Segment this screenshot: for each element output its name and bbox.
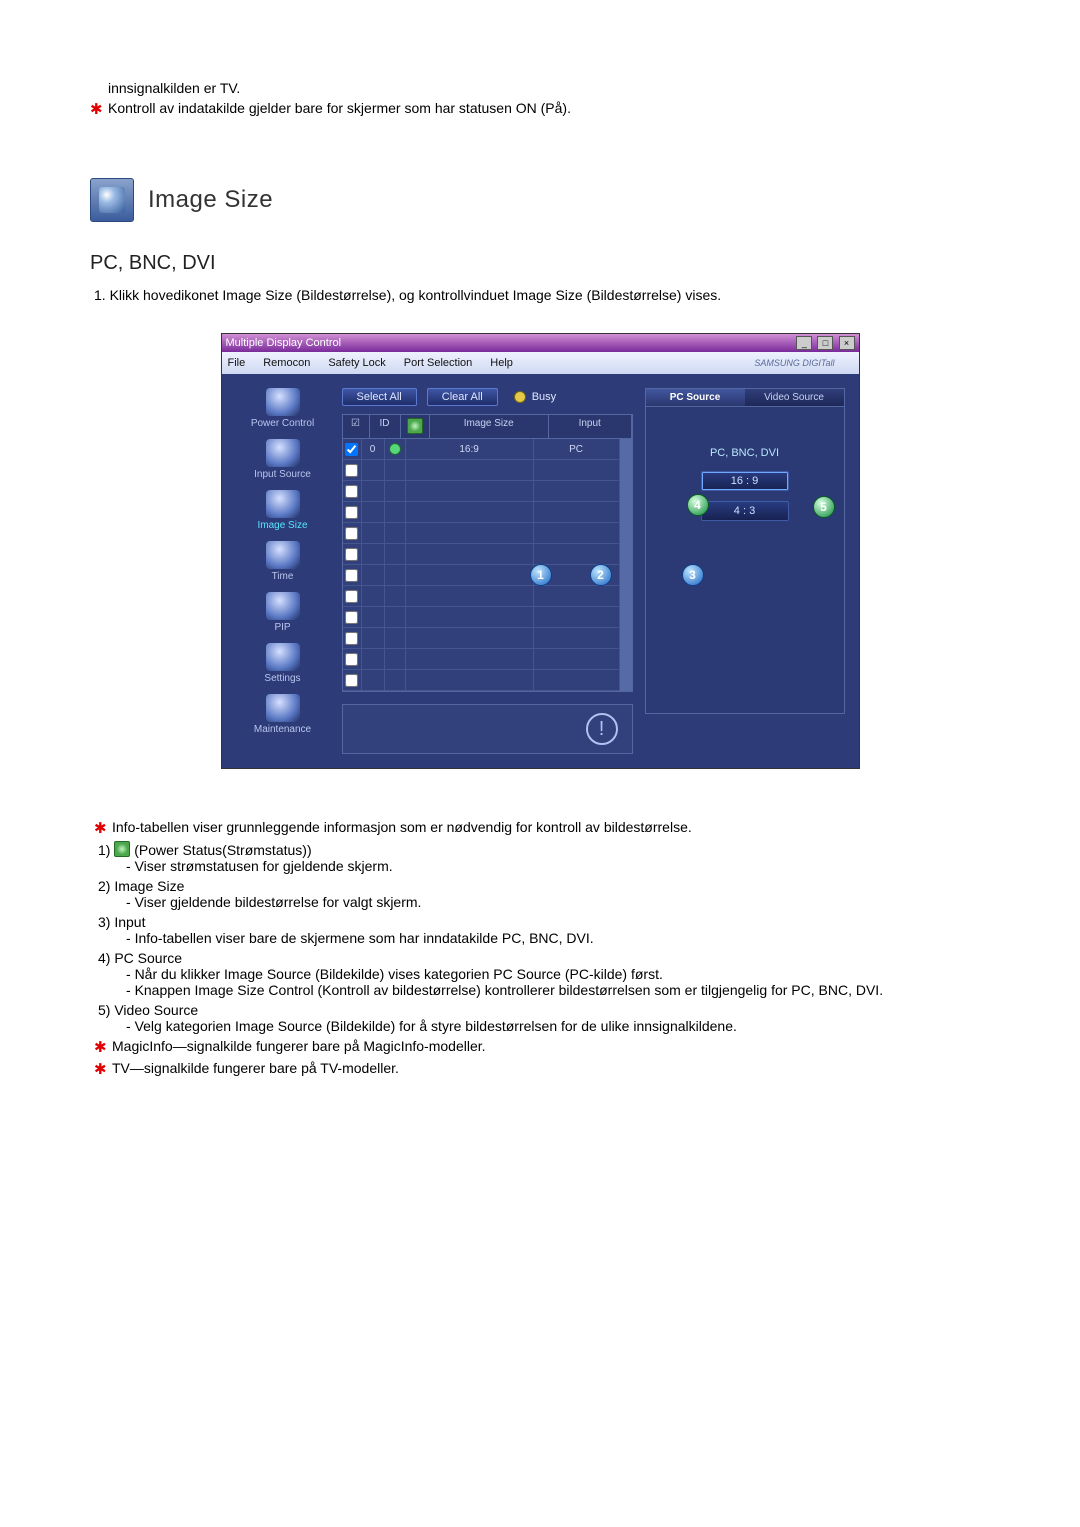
note-star-2: MagicInfo—signalkilde fungerer bare på M…: [112, 1038, 990, 1056]
status-on-icon: [389, 443, 401, 455]
info-icon: !: [586, 713, 618, 745]
busy-indicator: Busy: [514, 391, 556, 403]
callout-1: 1: [530, 564, 552, 586]
col-id: ID: [370, 415, 401, 438]
note-star-3: TV—signalkilde fungerer bare på TV-model…: [112, 1060, 990, 1078]
power-icon: [266, 388, 300, 416]
menu-port-selection[interactable]: Port Selection: [404, 357, 472, 369]
prelude-line-1: innsignalkilden er TV.: [108, 80, 990, 96]
col-input: Input: [549, 415, 632, 438]
callout-3: 3: [682, 564, 704, 586]
star-icon: ✱: [94, 819, 112, 837]
ratio-4-3-button[interactable]: 4 : 3: [701, 501, 789, 521]
note-1-desc: Viser strømstatusen for gjeldende skjerm…: [136, 858, 990, 874]
notes-block: ✱ Info-tabellen viser grunnleggende info…: [94, 819, 990, 1078]
tab-pc-source[interactable]: PC Source: [646, 389, 745, 406]
sidebar-item-time[interactable]: Time: [236, 541, 330, 582]
table-row[interactable]: 0 16:9 PC: [343, 439, 620, 460]
section-title: Image Size: [148, 186, 273, 214]
busy-dot-icon: [514, 391, 526, 403]
note-3-desc: Info-tabellen viser bare de skjermene so…: [136, 930, 990, 946]
input-icon: [266, 439, 300, 467]
grid-scrollbar[interactable]: [620, 439, 632, 691]
intro-item: 1. Klikk hovedikonet Image Size (Bildest…: [94, 287, 990, 303]
close-icon[interactable]: ×: [839, 336, 855, 350]
time-icon: [266, 541, 300, 569]
ratio-16-9-button[interactable]: 16 : 9: [701, 471, 789, 491]
prelude-line-2: Kontroll av indatakilde gjelder bare for…: [108, 100, 990, 118]
sidebar-item-input-source[interactable]: Input Source: [236, 439, 330, 480]
sidebar: Power Control Input Source Image Size Ti…: [236, 388, 330, 754]
menu-file[interactable]: File: [228, 357, 246, 369]
brand-label: SAMSUNG DIGITall: [754, 358, 834, 368]
clear-all-button[interactable]: Clear All: [427, 388, 498, 406]
titlebar: Multiple Display Control _ □ ×: [222, 334, 859, 352]
panel-label: PC, BNC, DVI: [658, 447, 832, 459]
select-all-button[interactable]: Select All: [342, 388, 417, 406]
sidebar-item-maintenance[interactable]: Maintenance: [236, 694, 330, 735]
col-check[interactable]: ☑: [343, 415, 370, 438]
menu-help[interactable]: Help: [490, 357, 513, 369]
note-4-desc-a: Når du klikker Image Source (Bildekilde)…: [136, 966, 990, 982]
note-star-1: Info-tabellen viser grunnleggende inform…: [112, 819, 990, 837]
sidebar-item-image-size[interactable]: Image Size: [236, 490, 330, 531]
col-image-size: Image Size: [430, 415, 549, 438]
tab-video-source[interactable]: Video Source: [745, 389, 844, 406]
maximize-icon[interactable]: □: [817, 336, 833, 350]
row-checkbox[interactable]: [345, 443, 358, 456]
pip-icon: [266, 592, 300, 620]
note-4-desc-b: Knappen Image Size Control (Kontroll av …: [136, 982, 990, 998]
sidebar-item-power-control[interactable]: Power Control: [236, 388, 330, 429]
note-5-desc: Velg kategorien Image Source (Bildekilde…: [136, 1018, 990, 1034]
star-icon: ✱: [90, 100, 108, 118]
callout-4: 4: [687, 494, 709, 516]
minimize-icon[interactable]: _: [796, 336, 812, 350]
statusbar: !: [342, 704, 633, 754]
callout-2: 2: [590, 564, 612, 586]
titlebar-text: Multiple Display Control: [226, 337, 342, 349]
power-status-icon: [114, 841, 130, 857]
menu-safety-lock[interactable]: Safety Lock: [328, 357, 385, 369]
image-size-icon: [266, 490, 300, 518]
maintenance-icon: [266, 694, 300, 722]
sidebar-item-pip[interactable]: PIP: [236, 592, 330, 633]
col-status-icon: [401, 415, 430, 438]
subsection-title: PC, BNC, DVI: [90, 252, 990, 275]
menubar: File Remocon Safety Lock Port Selection …: [222, 352, 859, 374]
image-size-section-icon: [90, 178, 134, 222]
aspect-panel: PC, BNC, DVI 16 : 9 4 : 3: [645, 407, 845, 714]
callout-5: 5: [813, 496, 835, 518]
app-window: Multiple Display Control _ □ × File Remo…: [221, 333, 860, 769]
star-icon: ✱: [94, 1038, 112, 1056]
sidebar-item-settings[interactable]: Settings: [236, 643, 330, 684]
note-2-desc: Viser gjeldende bildestørrelse for valgt…: [136, 894, 990, 910]
info-grid: ☑ ID Image Size Input 0 16:9 PC: [342, 414, 633, 692]
menu-remocon[interactable]: Remocon: [263, 357, 310, 369]
window-controls[interactable]: _ □ ×: [794, 336, 854, 350]
settings-icon: [266, 643, 300, 671]
star-icon: ✱: [94, 1060, 112, 1078]
